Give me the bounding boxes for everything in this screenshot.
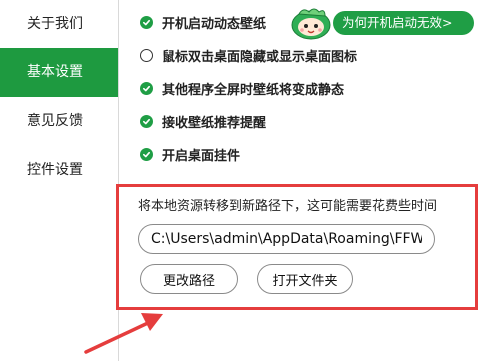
option-autostart[interactable]: 开机启动动态壁纸 <box>140 12 266 32</box>
sidebar: 关于我们 基本设置 意见反馈 控件设置 <box>0 0 119 361</box>
checked-icon <box>140 114 153 128</box>
option-label: 其他程序全屏时壁纸将变成静态 <box>162 82 345 98</box>
checked-icon <box>140 81 153 95</box>
unchecked-icon <box>140 48 153 62</box>
option-static-on-fullscreen[interactable]: 其他程序全屏时壁纸将变成静态 <box>140 78 344 98</box>
autostart-help-link[interactable]: 为何开机启动无效> <box>333 11 474 35</box>
sidebar-item-about[interactable]: 关于我们 <box>0 0 118 49</box>
open-folder-button[interactable]: 打开文件夹 <box>257 264 353 294</box>
option-recommend-reminder[interactable]: 接收壁纸推荐提醒 <box>140 111 266 131</box>
option-label: 开启桌面挂件 <box>162 148 241 164</box>
storage-path-field[interactable] <box>138 224 435 254</box>
change-path-button[interactable]: 更改路径 <box>140 264 238 294</box>
sidebar-item-widget-settings[interactable]: 控件设置 <box>0 146 118 195</box>
option-desktop-widget[interactable]: 开启桌面挂件 <box>140 144 240 164</box>
option-label: 开机启动动态壁纸 <box>162 16 267 32</box>
checked-icon <box>140 15 153 29</box>
option-label: 鼠标双击桌面隐藏或显示桌面图标 <box>162 49 358 65</box>
checked-icon <box>140 147 153 161</box>
move-resources-label: 将本地资源转移到新路径下，这可能需要花费些时间 <box>138 199 438 214</box>
sidebar-item-basic-settings[interactable]: 基本设置 <box>0 48 118 97</box>
green-mascot-icon <box>291 8 331 40</box>
option-doubleclick-hide-icons[interactable]: 鼠标双击桌面隐藏或显示桌面图标 <box>140 45 357 65</box>
autostart-help-promo[interactable]: 为何开机启动无效> <box>285 6 474 40</box>
option-label: 接收壁纸推荐提醒 <box>162 115 267 131</box>
sidebar-item-feedback[interactable]: 意见反馈 <box>0 97 118 146</box>
